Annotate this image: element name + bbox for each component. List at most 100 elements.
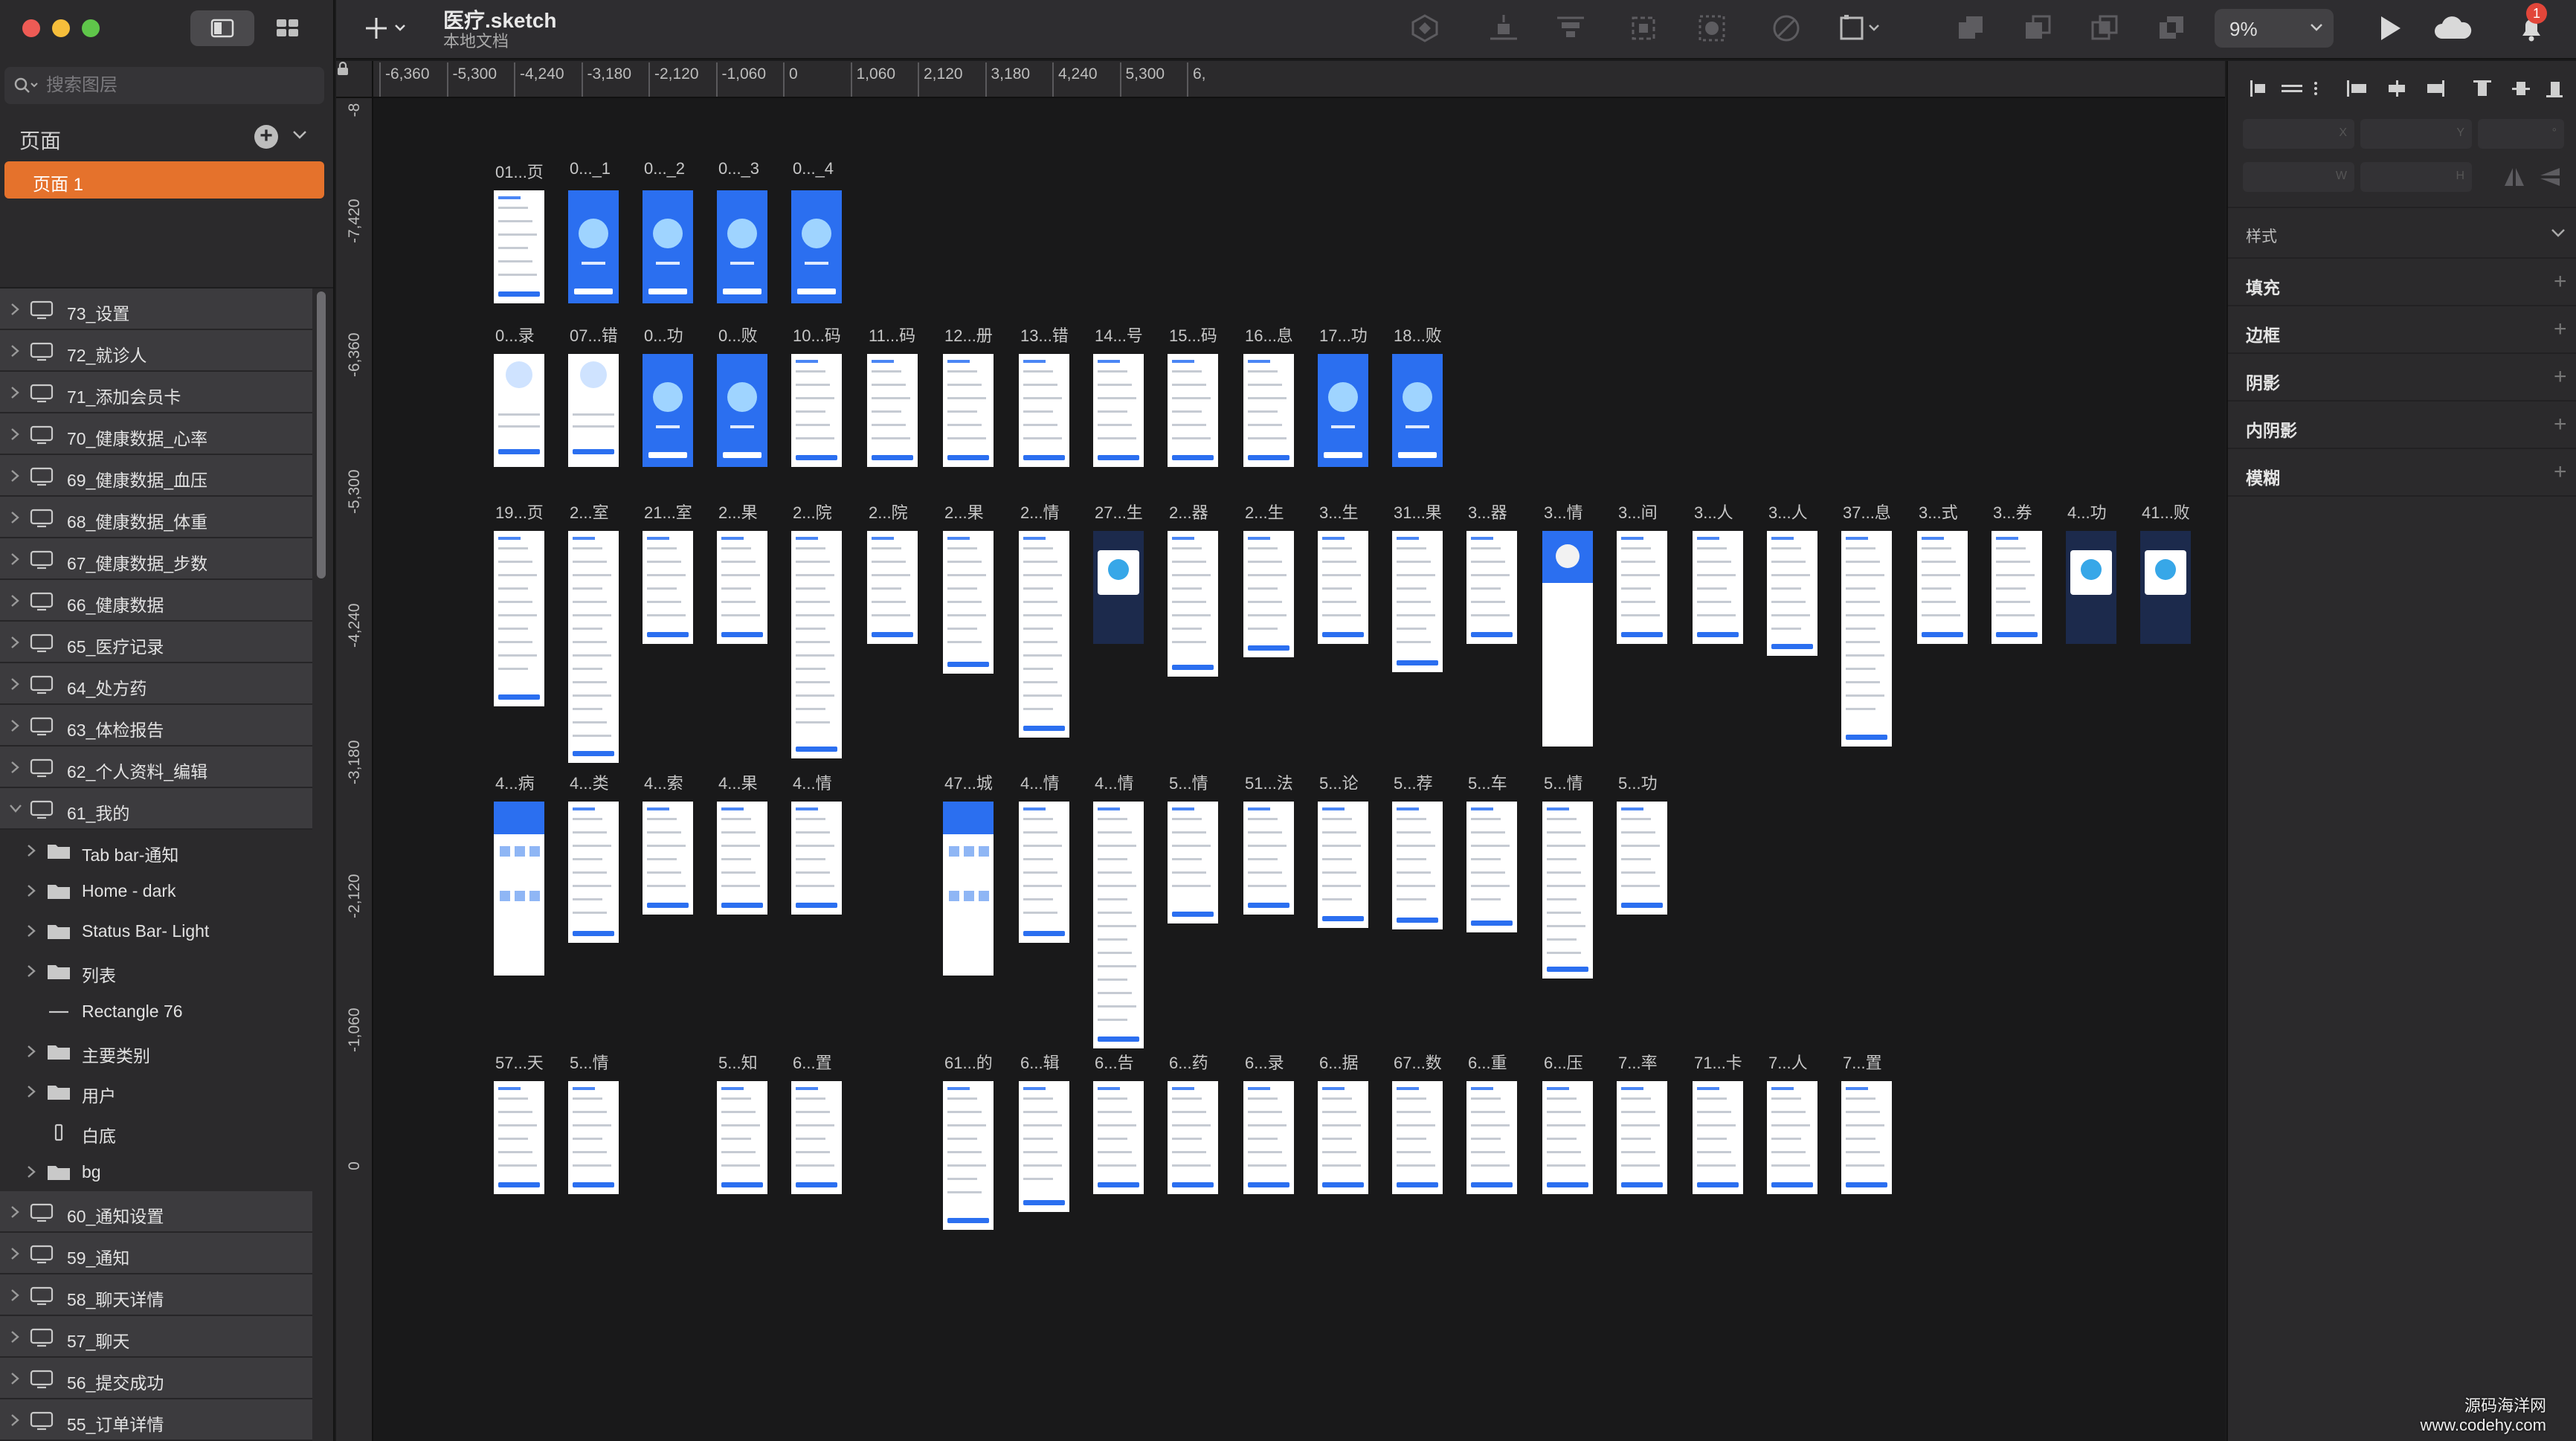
- chevron-right-icon[interactable]: [9, 303, 21, 316]
- artboard-thumbnail[interactable]: [494, 802, 544, 976]
- artboard-thumbnail[interactable]: [1466, 802, 1517, 932]
- layer-artboard-item[interactable]: 63_体检报告: [0, 705, 312, 747]
- x-field[interactable]: X: [2243, 119, 2354, 149]
- artboard-label[interactable]: 2...果: [718, 500, 758, 523]
- artboard-thumbnail[interactable]: [867, 354, 918, 467]
- artboard-label[interactable]: 2...生: [1245, 500, 1284, 523]
- alignment-icons[interactable]: [2250, 79, 2563, 98]
- artboard-label[interactable]: 0..._3: [718, 159, 759, 178]
- artboard-label[interactable]: 0..._4: [793, 159, 834, 178]
- artboard-label[interactable]: 0...功: [644, 323, 683, 346]
- artboard-label[interactable]: 2...器: [1169, 500, 1208, 523]
- artboard-thumbnail[interactable]: [1019, 1081, 1069, 1212]
- chevron-right-icon[interactable]: [25, 924, 37, 938]
- backward-icon[interactable]: [1554, 13, 1587, 43]
- window-zoom-button[interactable]: [82, 19, 100, 37]
- artboards-layer[interactable]: [336, 61, 2225, 1441]
- artboard-label[interactable]: 27...生: [1095, 500, 1143, 523]
- layer-child-item[interactable]: Status Bar- Light: [0, 910, 312, 950]
- chevron-right-icon[interactable]: [9, 344, 21, 358]
- layer-artboard-item[interactable]: 58_聊天详情: [0, 1274, 312, 1316]
- chevron-right-icon[interactable]: [25, 1085, 37, 1098]
- document-grid-button[interactable]: [256, 10, 320, 46]
- artboard-thumbnail[interactable]: [2140, 531, 2191, 644]
- artboard-label[interactable]: 3...券: [1993, 500, 2032, 523]
- canvas-view-button[interactable]: [190, 10, 254, 46]
- artboard-thumbnail[interactable]: [1318, 354, 1368, 467]
- artboard-label[interactable]: 3...式: [1919, 500, 1958, 523]
- chevron-right-icon[interactable]: [9, 1247, 21, 1260]
- chevron-right-icon[interactable]: [9, 761, 21, 774]
- style-section-3[interactable]: 内阴影 +: [2228, 402, 2576, 449]
- artboard-label[interactable]: 21...室: [644, 500, 692, 523]
- chevron-down-icon[interactable]: [292, 126, 308, 143]
- artboard-thumbnail[interactable]: [717, 190, 767, 303]
- artboard-thumbnail[interactable]: [791, 354, 842, 467]
- artboard-label[interactable]: 57...天: [495, 1050, 544, 1074]
- cloud-icon[interactable]: [2432, 13, 2473, 43]
- style-section-1[interactable]: 边框 +: [2228, 306, 2576, 354]
- artboard-label[interactable]: 01...页: [495, 159, 544, 183]
- artboard-thumbnail[interactable]: [1318, 802, 1368, 928]
- artboard-label[interactable]: 6...重: [1468, 1050, 1507, 1074]
- artboard-thumbnail[interactable]: [1019, 531, 1069, 738]
- layer-artboard-item[interactable]: 55_订单详情: [0, 1399, 312, 1441]
- layer-artboard-item[interactable]: 73_设置: [0, 288, 312, 330]
- artboard-label[interactable]: 0...败: [718, 323, 758, 346]
- artboard-label[interactable]: 3...人: [1694, 500, 1733, 523]
- layer-child-item[interactable]: Home - dark: [0, 870, 312, 910]
- artboard-label[interactable]: 4...情: [1020, 770, 1060, 794]
- add-icon[interactable]: +: [2554, 460, 2567, 485]
- chevron-right-icon[interactable]: [9, 1330, 21, 1344]
- artboard-label[interactable]: 61...的: [944, 1050, 993, 1074]
- layer-child-item[interactable]: Tab bar-通知: [0, 830, 312, 870]
- artboard-label[interactable]: 0...录: [495, 323, 535, 346]
- chevron-right-icon[interactable]: [25, 884, 37, 897]
- artboard-thumbnail[interactable]: [943, 802, 994, 976]
- artboard-thumbnail[interactable]: [1617, 1081, 1667, 1194]
- artboard-thumbnail[interactable]: [494, 190, 544, 303]
- artboard-label[interactable]: 6...置: [793, 1050, 832, 1074]
- style-section-2[interactable]: 阴影 +: [2228, 354, 2576, 402]
- layer-artboard-item[interactable]: 66_健康数据: [0, 580, 312, 622]
- artboard-label[interactable]: 12...册: [944, 323, 993, 346]
- chevron-right-icon[interactable]: [9, 594, 21, 607]
- artboard-label[interactable]: 5...情: [1169, 770, 1208, 794]
- artboard-thumbnail[interactable]: [1168, 531, 1218, 677]
- artboard-label[interactable]: 0..._1: [570, 159, 611, 178]
- chevron-right-icon[interactable]: [25, 1045, 37, 1058]
- layer-artboard-item[interactable]: 59_通知: [0, 1233, 312, 1274]
- chevron-right-icon[interactable]: [9, 677, 21, 691]
- vertical-ruler[interactable]: -8 -7,420 -6,360 -5,300 -4,240 -3,180 -2,120 -1…: [336, 98, 373, 1441]
- artboard-label[interactable]: 7...置: [1843, 1050, 1882, 1074]
- add-icon[interactable]: +: [2554, 364, 2567, 390]
- artboard-label[interactable]: 14...号: [1095, 323, 1143, 346]
- flip-vertical-icon[interactable]: [2539, 167, 2561, 187]
- artboard-thumbnail[interactable]: [791, 190, 842, 303]
- artboard-thumbnail[interactable]: [1093, 531, 1144, 644]
- artboard-label[interactable]: 15...码: [1169, 323, 1217, 346]
- artboard-thumbnail[interactable]: [1841, 1081, 1892, 1194]
- layer-artboard-item[interactable]: 68_健康数据_体重: [0, 497, 312, 538]
- artboard-thumbnail[interactable]: [643, 802, 693, 915]
- artboard-label[interactable]: 10...码: [793, 323, 841, 346]
- horizontal-ruler[interactable]: -6,360 -5,300 -4,240 -3,180 -2,120 -1,060 0 1,0…: [373, 61, 2225, 98]
- artboard-label[interactable]: 4...情: [1095, 770, 1134, 794]
- artboard-label[interactable]: 6...告: [1095, 1050, 1134, 1074]
- style-section-4[interactable]: 模糊 +: [2228, 449, 2576, 497]
- artboard-thumbnail[interactable]: [717, 531, 767, 644]
- artboard-label[interactable]: 4...病: [495, 770, 535, 794]
- artboard-label[interactable]: 19...页: [495, 500, 544, 523]
- add-icon[interactable]: +: [2554, 317, 2567, 342]
- chevron-right-icon[interactable]: [9, 511, 21, 524]
- artboard-label[interactable]: 17...功: [1319, 323, 1368, 346]
- layer-artboard-item[interactable]: 57_聊天: [0, 1316, 312, 1358]
- artboard-label[interactable]: 5...情: [570, 1050, 609, 1074]
- window-minimize-button[interactable]: [52, 19, 70, 37]
- artboard-thumbnail[interactable]: [717, 1081, 767, 1194]
- artboard-thumbnail[interactable]: [1617, 531, 1667, 644]
- layer-artboard-item[interactable]: 65_医疗记录: [0, 622, 312, 663]
- artboard-thumbnail[interactable]: [791, 1081, 842, 1194]
- layer-artboard-item[interactable]: 61_我的: [0, 788, 312, 830]
- artboard-label[interactable]: 51...法: [1245, 770, 1293, 794]
